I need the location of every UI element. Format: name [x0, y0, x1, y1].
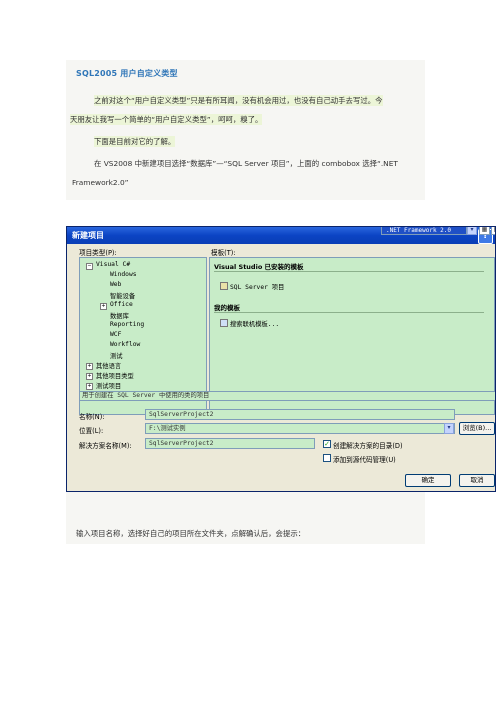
tree-item-smart-device[interactable]: 智能设备: [110, 291, 135, 300]
paragraph-1-line-2: 天朋友让我写一个简单的“用户自定义类型”，呵呵，糗了。: [70, 114, 263, 125]
expand-icon[interactable]: +: [86, 363, 93, 370]
paragraph-3-line-1: 在 VS2008 中新建项目选择“数据库”—“SQL Server 项目”，上面…: [94, 159, 398, 168]
tree-item-workflow[interactable]: Workflow: [110, 341, 140, 348]
name-label: 名称(N):: [79, 413, 105, 421]
large-icons-view-icon[interactable]: ▦: [479, 227, 490, 235]
tree-item-wcf[interactable]: WCF: [110, 331, 121, 338]
collapse-icon[interactable]: −: [86, 263, 93, 270]
template-search-online[interactable]: 搜索联机模板...: [230, 319, 279, 328]
divider: [214, 312, 484, 313]
ok-button[interactable]: 确定: [405, 474, 451, 487]
create-directory-label: 创建解决方案的目录(D): [333, 442, 403, 450]
add-source-control-checkbox[interactable]: [323, 454, 331, 462]
create-directory-checkbox[interactable]: ✓: [323, 440, 331, 448]
tree-item-test[interactable]: 测试: [110, 351, 123, 360]
sql-server-project-icon: [220, 282, 228, 290]
project-types-label: 项目类型(P):: [79, 249, 117, 257]
add-source-control-label: 添加到源代码管理(U): [333, 456, 396, 464]
small-icons-view-icon[interactable]: ▤: [491, 227, 495, 235]
my-templates-heading: 我的模板: [214, 304, 240, 312]
search-online-icon: [220, 319, 228, 327]
divider: [214, 271, 484, 272]
location-label: 位置(L):: [79, 427, 104, 435]
framework-combo[interactable]: .NET Framework 2.0: [381, 227, 467, 235]
tree-item-other-languages[interactable]: 其他语言: [96, 361, 121, 370]
tree-item-windows[interactable]: Windows: [110, 271, 137, 278]
template-sql-server-project[interactable]: SQL Server 项目: [230, 282, 284, 291]
location-field[interactable]: F:\测试实例: [145, 423, 455, 434]
article-title: SQL2005 用户自定义类型: [76, 69, 178, 78]
tree-item-other-project-types[interactable]: 其他项目类型: [96, 371, 134, 380]
browse-button[interactable]: 浏览(B)...: [459, 422, 495, 435]
expand-icon[interactable]: +: [100, 303, 107, 310]
solution-name-field[interactable]: SqlServerProject2: [145, 438, 315, 449]
paragraph-3-line-2: Framework2.0”: [72, 178, 129, 187]
dialog-title: 新建项目: [72, 231, 104, 240]
template-description: 用于创建在 SQL Server 中使用的类的项目: [79, 391, 495, 401]
expand-icon[interactable]: +: [86, 373, 93, 380]
installed-templates-heading: Visual Studio 已安装的模板: [214, 263, 304, 271]
templates-label: 模板(T):: [211, 249, 236, 257]
name-field[interactable]: SqlServerProject2: [145, 409, 455, 420]
tree-item-web[interactable]: Web: [110, 281, 121, 288]
new-project-dialog: 新建项目 ? 项目类型(P): 模板(T): − Visual C# Windo…: [66, 226, 496, 492]
tree-item-test-project[interactable]: 测试项目: [96, 381, 121, 390]
expand-icon[interactable]: +: [86, 383, 93, 390]
tree-item-office[interactable]: Office: [110, 301, 133, 308]
chevron-down-icon[interactable]: ▾: [467, 227, 477, 235]
cancel-button[interactable]: 取消: [459, 474, 495, 487]
paragraph-1-line-1: 之前对这个“用户自定义类型”只是有所耳闻，没有机会用过，也没有自己动手去写过。今: [94, 95, 383, 106]
solution-name-label: 解决方案名称(M):: [79, 442, 132, 450]
tree-item-reporting[interactable]: Reporting: [110, 321, 144, 328]
caption-text: 输入项目名称，选择好自己的项目所在文件夹，点解确认后，会提示：: [76, 529, 306, 538]
paragraph-2: 下面是目前对它的了解。: [94, 136, 176, 147]
tree-item-visual-csharp[interactable]: Visual C#: [96, 261, 130, 268]
chevron-down-icon[interactable]: ▾: [444, 423, 454, 434]
tree-item-database[interactable]: 数据库: [110, 311, 129, 320]
